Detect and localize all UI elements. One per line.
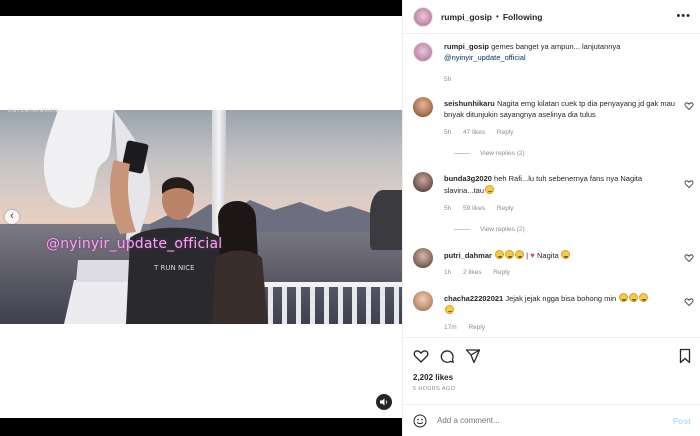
- laughing-emoji-icon: [494, 250, 504, 259]
- video-overlay-handle: @nyinyir_update_official: [46, 236, 223, 252]
- laughing-emoji-icon: [638, 293, 648, 302]
- laughing-emoji-icon: [514, 250, 524, 259]
- comment-bubble-icon[interactable]: [439, 348, 455, 364]
- view-replies-button[interactable]: View replies (2): [454, 226, 525, 233]
- caption-body: gemes banget ya ampun... lanjutannya: [491, 42, 621, 51]
- comment-reply-button[interactable]: Reply: [497, 129, 514, 136]
- post-media[interactable]: T RUN NICE ENTERTAINMENT @nyinyir_update…: [0, 0, 402, 436]
- comment-likes[interactable]: 47 likes: [463, 129, 485, 136]
- bookmark-icon[interactable]: [677, 348, 693, 364]
- following-button[interactable]: Following: [503, 12, 543, 22]
- media-letterbox-bottom: [0, 418, 402, 436]
- entertainment-label: ENTERTAINMENT: [8, 108, 63, 114]
- red-heart-icon: ♥: [530, 251, 535, 260]
- comment-likes[interactable]: 59 likes: [463, 205, 485, 212]
- replies-divider: [454, 153, 470, 154]
- avatar[interactable]: [413, 6, 433, 27]
- comment-time: 5h: [444, 205, 452, 212]
- post-comment-button[interactable]: Post: [673, 416, 691, 426]
- smiling-emoji-icon: [561, 250, 571, 259]
- likes-count[interactable]: 2,202 likes: [413, 373, 453, 382]
- add-comment-bar: Post: [403, 404, 700, 436]
- comment-time: 5h: [444, 129, 452, 136]
- comment-time: 17m: [444, 324, 457, 331]
- comment-meta: 17m Reply: [444, 324, 495, 331]
- cliff-background: [370, 190, 402, 250]
- comment-meta: 5h 59 likes Reply: [444, 205, 524, 212]
- view-replies-label: View replies (2): [480, 150, 525, 157]
- caption-username[interactable]: rumpi_gosip: [444, 42, 489, 51]
- comment-avatar[interactable]: [413, 172, 433, 192]
- caption-avatar[interactable]: [413, 42, 433, 62]
- comment-avatar[interactable]: [413, 291, 433, 311]
- comment-reply-button[interactable]: Reply: [493, 269, 510, 276]
- speaker-icon: [380, 398, 388, 406]
- share-send-icon[interactable]: [465, 348, 481, 364]
- view-replies-button[interactable]: View replies (2): [454, 150, 525, 157]
- heart-icon[interactable]: [684, 297, 694, 307]
- post-header: rumpi_gosip • Following •••: [403, 0, 700, 34]
- replies-divider: [454, 229, 470, 230]
- comment-text: putri_dahmar | ♥ Nagita: [444, 250, 680, 262]
- laughing-emoji-icon: [484, 184, 494, 194]
- header-separator: •: [496, 12, 499, 21]
- heart-icon[interactable]: [684, 101, 694, 111]
- comment-input[interactable]: [437, 416, 657, 425]
- more-options-icon[interactable]: •••: [676, 10, 691, 22]
- laughing-emoji-icon: [628, 293, 638, 302]
- laughing-emoji-icon: [618, 293, 628, 302]
- emoji-smiley-icon[interactable]: [413, 414, 427, 428]
- comment-username[interactable]: seishunhikaru: [444, 99, 495, 108]
- jersey-text: T RUN NICE: [153, 264, 195, 272]
- comment-time: 1h: [444, 269, 452, 276]
- like-heart-icon[interactable]: [413, 348, 429, 364]
- chevron-left-icon: ‹: [10, 210, 14, 222]
- comment-username[interactable]: bunda3g2020: [444, 174, 492, 183]
- heart-icon[interactable]: [684, 253, 694, 263]
- comment-reply-button[interactable]: Reply: [468, 324, 485, 331]
- laughing-emoji-icon: [504, 250, 514, 259]
- comment-meta: 1h 2 likes Reply: [444, 269, 520, 276]
- comment-avatar[interactable]: [413, 97, 433, 117]
- comment-body: Jejak jejak ngga bisa bohong min: [505, 294, 617, 303]
- comment-avatar[interactable]: [413, 248, 433, 268]
- comment-reply-button[interactable]: Reply: [497, 205, 514, 212]
- post-caption: rumpi_gosip gemes banget ya ampun... lan…: [413, 42, 693, 83]
- media-letterbox-top: [0, 0, 402, 16]
- caption-text: rumpi_gosip gemes banget ya ampun... lan…: [444, 42, 620, 63]
- comment-meta: 5h 47 likes Reply: [444, 129, 524, 136]
- comment-text: seishunhikaru Nagita emg kilatan cuek tp…: [444, 99, 680, 120]
- view-replies-label: View replies (2): [480, 226, 525, 233]
- comment-text: bunda3g2020 heh Rafi...lu tuh sebenernya…: [444, 174, 680, 196]
- comment-likes[interactable]: 2 likes: [463, 269, 481, 276]
- laughing-emoji-icon: [444, 304, 454, 314]
- comment-text: chacha22202021 Jejak jejak ngga bisa boh…: [444, 293, 680, 316]
- action-icons: [413, 348, 481, 364]
- comment-username[interactable]: putri_dahmar: [444, 251, 492, 260]
- heart-icon[interactable]: [684, 179, 694, 189]
- previous-media-button[interactable]: ‹: [5, 210, 19, 224]
- mute-button[interactable]: [376, 394, 392, 410]
- couple-selfie-figures: T RUN NICE: [110, 140, 268, 324]
- comment-body: Nagita: [537, 251, 559, 260]
- video-frame[interactable]: T RUN NICE: [0, 110, 402, 324]
- post-actions: 2,202 likes 5 HOURS AGO: [403, 337, 700, 397]
- comment-separator: |: [526, 251, 529, 260]
- comment-username[interactable]: chacha22202021: [444, 294, 503, 303]
- post-timestamp: 5 HOURS AGO: [413, 386, 456, 392]
- caption-time: 5h: [444, 76, 452, 83]
- post-details-panel: rumpi_gosip • Following ••• rumpi_gosip …: [402, 0, 700, 436]
- caption-mention[interactable]: @nyinyir_update_official: [444, 53, 526, 62]
- header-username[interactable]: rumpi_gosip: [441, 12, 492, 22]
